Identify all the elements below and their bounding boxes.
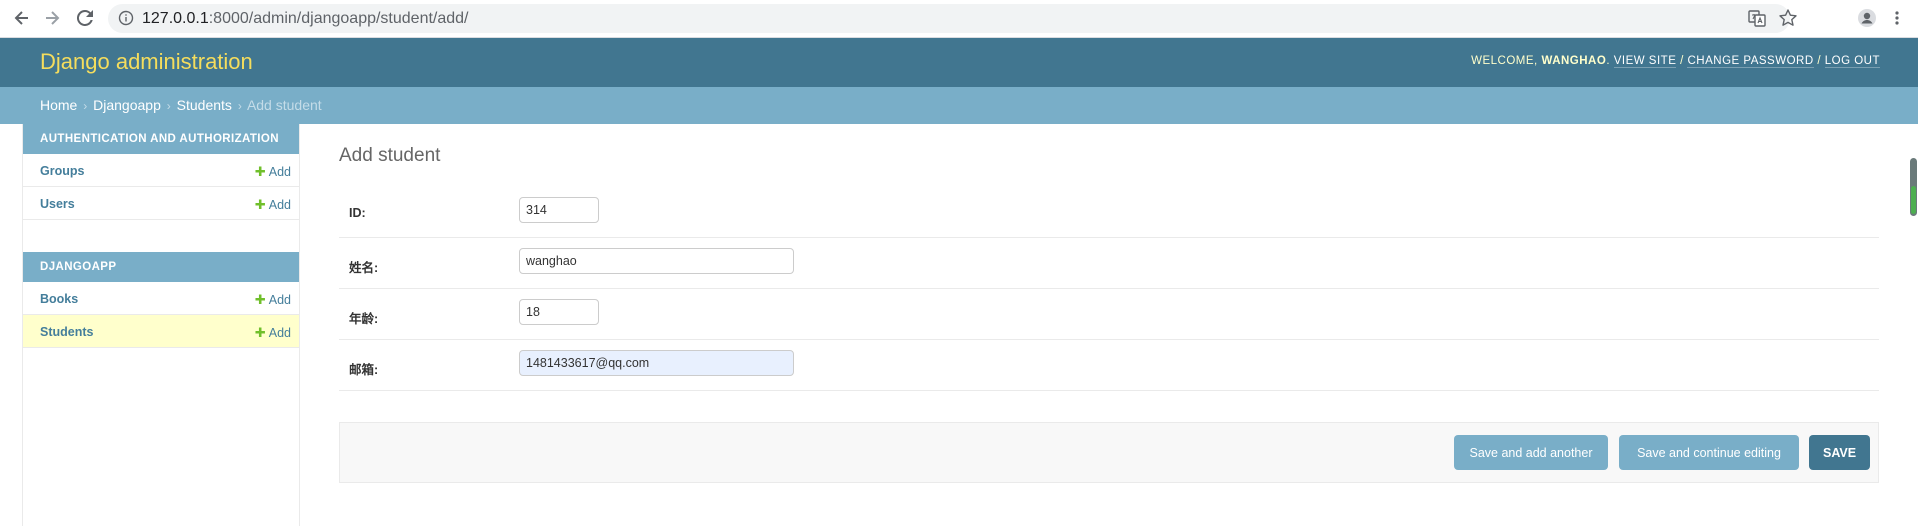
breadcrumb-separator: ›	[166, 99, 171, 113]
username: WANGHAO	[1541, 55, 1607, 67]
save-and-add-another-button[interactable]: Save and add another	[1454, 435, 1608, 470]
user-tools-separator: /	[1680, 55, 1684, 67]
add-label: Add	[268, 326, 291, 340]
user-tools: WELCOME, WANGHAO. VIEW SITE / CHANGE PAS…	[1471, 55, 1880, 68]
welcome-text: WELCOME,	[1471, 55, 1538, 67]
add-books-link[interactable]: ✚ Add	[255, 292, 291, 308]
url-text[interactable]: 127.0.0.1:8000/admin/djangoapp/student/a…	[142, 10, 469, 28]
submit-row: Save and add another Save and continue e…	[339, 422, 1879, 483]
age-field[interactable]	[519, 299, 599, 325]
add-label: Add	[268, 198, 291, 212]
profile-icon[interactable]	[1855, 6, 1879, 30]
user-tools-separator: /	[1817, 55, 1822, 67]
translate-icon[interactable]	[1748, 9, 1766, 32]
admin-header: Django administration WELCOME, WANGHAO. …	[0, 38, 1918, 87]
sidebar-item-users: Users ✚ Add	[23, 187, 299, 220]
forward-arrow-icon[interactable]	[40, 6, 64, 30]
back-arrow-icon[interactable]	[10, 6, 34, 30]
kebab-menu-icon[interactable]	[1885, 6, 1909, 30]
url-path: :8000/admin/djangoapp/student/add/	[208, 10, 469, 27]
module-caption-djangoapp[interactable]: DJANGOAPP	[23, 252, 299, 282]
add-label: Add	[268, 165, 291, 179]
plus-icon: ✚	[254, 164, 266, 179]
module-caption-auth[interactable]: AUTHENTICATION AND AUTHORIZATION	[23, 124, 299, 154]
view-site-link[interactable]: VIEW SITE	[1613, 55, 1677, 68]
address-bar[interactable]: 127.0.0.1:8000/admin/djangoapp/student/a…	[108, 4, 1797, 33]
field-label: ID:	[349, 206, 366, 220]
id-field[interactable]	[519, 197, 599, 223]
log-out-link[interactable]: LOG OUT	[1824, 55, 1880, 68]
sidebar-item-label[interactable]: Students	[40, 325, 93, 339]
reload-icon[interactable]	[73, 6, 97, 30]
info-icon[interactable]	[118, 10, 134, 31]
name-field[interactable]	[519, 248, 794, 274]
form-row-id: ID:	[339, 187, 1879, 238]
browser-toolbar: 127.0.0.1:8000/admin/djangoapp/student/a…	[0, 0, 1918, 38]
breadcrumb-home[interactable]: Home	[40, 97, 77, 113]
email-field[interactable]	[519, 350, 794, 376]
add-label: Add	[268, 293, 291, 307]
add-groups-link[interactable]: ✚ Add	[255, 164, 291, 180]
sidebar-item-books: Books ✚ Add	[23, 282, 299, 315]
breadcrumb-app[interactable]: Djangoapp	[93, 97, 161, 113]
plus-icon: ✚	[254, 197, 266, 212]
breadcrumb: Home › Djangoapp › Students › Add studen…	[0, 87, 1918, 124]
plus-icon: ✚	[254, 325, 266, 340]
nav-sidebar: AUTHENTICATION AND AUTHORIZATION Groups …	[22, 124, 300, 526]
breadcrumb-separator: ›	[237, 99, 242, 113]
page-title: Add student	[339, 145, 441, 166]
field-label: 年龄:	[349, 312, 379, 326]
sidebar-item-label[interactable]: Books	[40, 292, 78, 306]
breadcrumb-model[interactable]: Students	[177, 97, 232, 113]
sidebar-item-groups: Groups ✚ Add	[23, 154, 299, 187]
field-label: 姓名:	[349, 261, 379, 275]
breadcrumb-separator: ›	[83, 99, 88, 113]
add-students-link[interactable]: ✚ Add	[255, 325, 291, 341]
field-label: 邮箱:	[349, 363, 379, 377]
save-and-continue-button[interactable]: Save and continue editing	[1619, 435, 1799, 470]
form-row-email: 邮箱:	[339, 340, 1879, 391]
scrollbar-thumb[interactable]	[1910, 158, 1917, 216]
site-branding[interactable]: Django administration	[40, 49, 253, 75]
sidebar-item-label[interactable]: Groups	[40, 164, 84, 178]
form-row-age: 年龄:	[339, 289, 1879, 340]
add-users-link[interactable]: ✚ Add	[255, 197, 291, 213]
sidebar-item-students: Students ✚ Add	[23, 315, 299, 348]
form-row-name: 姓名:	[339, 238, 1879, 289]
username-period: .	[1606, 55, 1611, 67]
star-icon[interactable]	[1778, 8, 1798, 33]
sidebar-item-label[interactable]: Users	[40, 197, 75, 211]
plus-icon: ✚	[254, 292, 266, 307]
breadcrumb-current: Add student	[246, 97, 322, 113]
url-host: 127.0.0.1	[142, 10, 209, 27]
change-password-link[interactable]: CHANGE PASSWORD	[1687, 55, 1814, 68]
save-button[interactable]: SAVE	[1809, 435, 1870, 470]
